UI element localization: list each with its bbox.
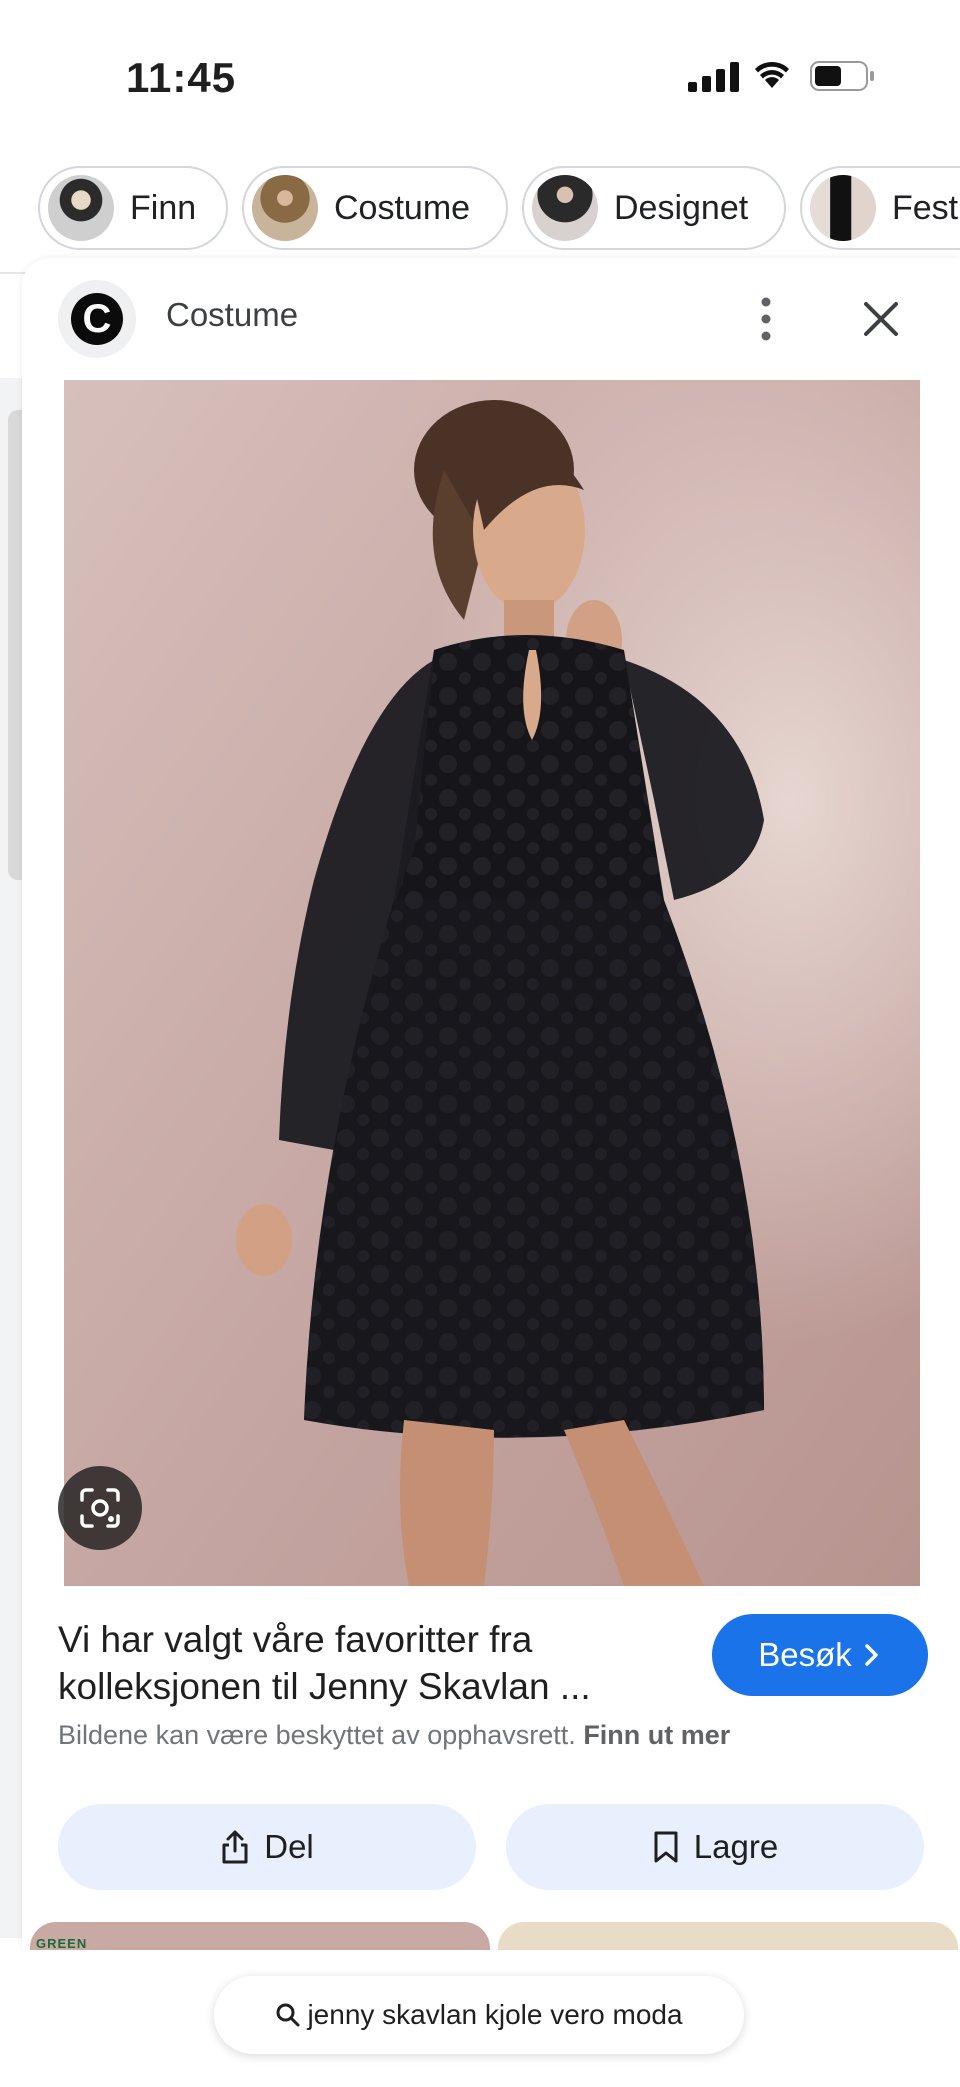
chip-label: Costume bbox=[334, 188, 471, 227]
share-button[interactable]: Del bbox=[58, 1804, 476, 1890]
google-lens-button[interactable] bbox=[58, 1466, 142, 1550]
chip-label: Designet bbox=[614, 188, 749, 227]
share-icon bbox=[222, 1830, 248, 1864]
chip-label: Fest bbox=[892, 188, 959, 227]
source-logo[interactable]: C bbox=[58, 280, 136, 358]
search-query-text: jenny skavlan kjole vero moda bbox=[307, 1999, 683, 2030]
source-name[interactable]: Costume bbox=[166, 296, 298, 334]
related-search-chips: Finn Costume Designet Fest bbox=[0, 166, 960, 258]
chip-finn[interactable]: Finn bbox=[38, 166, 228, 250]
source-logo-mark: C bbox=[71, 293, 123, 345]
background-result-thumbnail bbox=[8, 410, 22, 880]
chip-designet[interactable]: Designet bbox=[522, 166, 786, 250]
battery-icon bbox=[810, 61, 874, 91]
related-result-thumbnail[interactable] bbox=[498, 1922, 958, 1952]
close-icon[interactable] bbox=[860, 298, 902, 340]
lens-icon bbox=[80, 1488, 120, 1528]
brand-tag: GREEN bbox=[36, 1936, 88, 1951]
search-query-pill[interactable]: jenny skavlan kjole vero moda bbox=[214, 1976, 744, 2054]
result-title[interactable]: Vi har valgt våre favoritter fra kolleks… bbox=[58, 1616, 668, 1710]
share-label: Del bbox=[264, 1828, 314, 1865]
cellular-signal-icon bbox=[688, 62, 739, 92]
copyright-text: Bildene kan være beskyttet av opphavsret… bbox=[58, 1720, 576, 1750]
bookmark-icon bbox=[654, 1831, 678, 1863]
chevron-right-icon bbox=[865, 1644, 878, 1666]
card-header: C Costume bbox=[22, 258, 960, 380]
copyright-notice: Bildene kan være beskyttet av opphavsret… bbox=[58, 1720, 730, 1751]
learn-more-link[interactable]: Finn ut mer bbox=[583, 1720, 730, 1750]
status-bar: 11:45 bbox=[0, 0, 960, 150]
search-icon bbox=[276, 2003, 300, 2027]
status-time: 11:45 bbox=[126, 54, 237, 101]
chip-thumbnail bbox=[48, 175, 114, 241]
chip-thumbnail bbox=[532, 175, 598, 241]
more-options-icon[interactable] bbox=[754, 296, 778, 342]
save-label: Lagre bbox=[693, 1828, 779, 1865]
preview-image[interactable] bbox=[64, 380, 920, 1586]
result-info: Vi har valgt våre favoritter fra kolleks… bbox=[22, 1586, 960, 1948]
chip-thumbnail bbox=[810, 175, 876, 241]
related-result-thumbnail[interactable]: GREEN bbox=[30, 1922, 490, 1952]
save-button[interactable]: Lagre bbox=[506, 1804, 924, 1890]
visit-button-label: Besøk bbox=[758, 1636, 852, 1673]
dress-photo bbox=[64, 380, 920, 1586]
visit-button[interactable]: Besøk bbox=[712, 1614, 928, 1696]
wifi-icon bbox=[755, 61, 789, 88]
chip-label: Finn bbox=[130, 188, 197, 227]
chip-thumbnail bbox=[252, 175, 318, 241]
image-preview-card: C Costume Vi har valgt våre favoritter f… bbox=[22, 258, 960, 1948]
chip-fest[interactable]: Fest bbox=[800, 166, 960, 250]
chip-costume[interactable]: Costume bbox=[242, 166, 508, 250]
